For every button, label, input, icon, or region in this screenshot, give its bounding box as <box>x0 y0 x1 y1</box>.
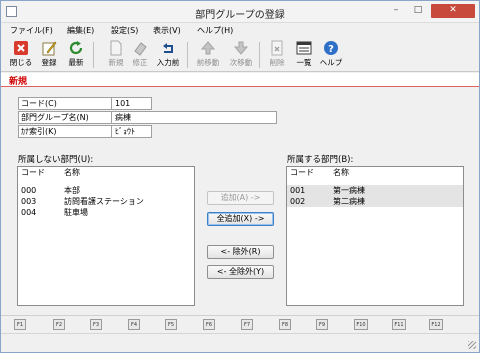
f4-key[interactable]: F4 <box>128 319 140 330</box>
menu-help[interactable]: ヘルプ(H) <box>197 25 233 36</box>
toolbar-close-button[interactable]: 閉じる <box>7 40 35 70</box>
group-name-input[interactable]: 病棟 <box>111 111 277 124</box>
row-name: 本部 <box>64 186 80 195</box>
close-x-icon <box>14 41 28 55</box>
toolbar-next-move-button[interactable]: 次移動 <box>227 40 255 70</box>
toolbar-separator <box>187 42 188 68</box>
mode-bar: 新規 <box>1 73 479 87</box>
row-name: 第二病棟 <box>333 197 365 206</box>
status-bar <box>1 333 479 352</box>
toolbar-prev-move-label: 前移動 <box>196 58 220 67</box>
menu-view[interactable]: 表示(V) <box>153 25 181 36</box>
header-name: 名称 <box>333 168 349 177</box>
row-code: 002 <box>290 197 306 206</box>
toolbar-input-before-button[interactable]: 入力前 <box>154 40 182 70</box>
list-item[interactable]: 000 本部 <box>18 185 194 196</box>
f10-key[interactable]: F10 <box>354 319 368 330</box>
undo-arrow-icon <box>163 43 173 53</box>
new-document-icon <box>110 40 122 56</box>
toolbar-latest-label: 最新 <box>68 58 84 67</box>
list-item[interactable]: 001 第一病棟 <box>287 185 463 196</box>
mode-label: 新規 <box>9 77 28 87</box>
code-input[interactable]: 101 <box>111 97 152 110</box>
code-label: コード(C) <box>18 97 112 110</box>
toolbar-help-label: ヘルプ <box>319 58 343 67</box>
unassigned-departments-list[interactable]: コード 名称 000 本部 003 訪問看護ステーション 004 駐車場 <box>17 166 195 306</box>
toolbar-close-label: 閉じる <box>9 58 33 67</box>
f8-key[interactable]: F8 <box>279 319 291 330</box>
list-header: コード 名称 <box>18 167 194 180</box>
toolbar-help-button[interactable]: ? ヘルプ <box>317 40 345 70</box>
toolbar-separator <box>93 42 94 68</box>
kana-index-label: ｶﾅ索引(K) <box>18 125 112 138</box>
row-name: 訪問看護ステーション <box>64 197 144 206</box>
kana-index-input[interactable]: ﾋﾞｮｳﾄ <box>111 125 152 138</box>
toolbar-delete-label: 削除 <box>269 58 285 67</box>
row-code: 003 <box>21 197 37 206</box>
arrow-up-icon <box>200 41 216 55</box>
f1-key[interactable]: F1 <box>14 319 26 330</box>
row-code: 001 <box>290 186 306 195</box>
toolbar-list-label: 一覧 <box>296 58 312 67</box>
list-header: コード 名称 <box>287 167 463 180</box>
row-code: 004 <box>21 208 37 217</box>
menu-edit[interactable]: 編集(E) <box>67 25 94 36</box>
refresh-icon <box>69 41 83 55</box>
menu-settings[interactable]: 設定(S) <box>111 25 138 36</box>
close-window-button[interactable]: ✕ <box>431 4 475 18</box>
f12-key[interactable]: F12 <box>429 319 443 330</box>
toolbar-input-before-label: 入力前 <box>156 58 180 67</box>
header-name: 名称 <box>64 168 80 177</box>
toolbar-register-button[interactable]: 登録 <box>35 40 63 70</box>
unassigned-list-caption: 所属しない部門(U): <box>18 155 94 165</box>
toolbar-edit-button[interactable]: 修正 <box>126 40 154 70</box>
toolbar-latest-button[interactable]: 最新 <box>62 40 90 70</box>
register-pen-icon <box>42 41 57 56</box>
title-bar: 部門グループの登録 – □ ✕ <box>1 1 479 23</box>
f9-key[interactable]: F9 <box>316 319 328 330</box>
list-item[interactable]: 004 駐車場 <box>18 207 194 218</box>
header-code: コード <box>290 168 314 177</box>
add-button[interactable]: 追加(A) -> <box>207 191 274 205</box>
toolbar-separator <box>259 42 260 68</box>
list-item[interactable]: 003 訪問看護ステーション <box>18 196 194 207</box>
toolbar-list-button[interactable]: 一覧 <box>290 40 318 70</box>
edit-eraser-icon <box>134 42 147 56</box>
app-window: 部門グループの登録 – □ ✕ ファイル(F) 編集(E) 設定(S) 表示(V… <box>0 0 480 353</box>
menu-file[interactable]: ファイル(F) <box>10 25 53 36</box>
assigned-departments-list[interactable]: コード 名称 001 第一病棟 002 第二病棟 <box>286 166 464 306</box>
f3-key[interactable]: F3 <box>90 319 102 330</box>
arrow-down-icon <box>233 41 249 55</box>
f6-key[interactable]: F6 <box>203 319 215 330</box>
remove-button[interactable]: <- 除外(R) <box>207 245 274 259</box>
minimize-button[interactable]: – <box>385 4 407 18</box>
add-all-button[interactable]: 全追加(X) -> <box>207 212 274 226</box>
delete-document-icon <box>271 40 283 56</box>
row-name: 駐車場 <box>64 208 88 217</box>
row-code: 000 <box>21 186 37 195</box>
toolbar-prev-move-button[interactable]: 前移動 <box>194 40 222 70</box>
function-key-bar: F1 F2 F3 F4 F5 F6 F7 F8 F9 F10 F11 F12 <box>1 315 479 333</box>
f7-key[interactable]: F7 <box>241 319 253 330</box>
toolbar-next-move-label: 次移動 <box>229 58 253 67</box>
row-name: 第一病棟 <box>333 186 365 195</box>
header-code: コード <box>21 168 45 177</box>
list-window-icon <box>296 41 312 55</box>
toolbar: 閉じる 登録 最新 新規 修正 入力前 前移動 次移動 削除 一覧 ? ヘルプ <box>1 38 479 72</box>
f5-key[interactable]: F5 <box>165 319 177 330</box>
toolbar-register-label: 登録 <box>41 58 57 67</box>
group-name-label: 部門グループ名(N) <box>18 111 112 124</box>
f2-key[interactable]: F2 <box>53 319 65 330</box>
toolbar-delete-button[interactable]: 削除 <box>263 40 291 70</box>
remove-all-button[interactable]: <- 全除外(Y) <box>207 265 274 279</box>
maximize-button[interactable]: □ <box>407 4 429 18</box>
f11-key[interactable]: F11 <box>392 319 406 330</box>
toolbar-edit-label: 修正 <box>132 58 148 67</box>
list-item[interactable]: 002 第二病棟 <box>287 196 463 207</box>
help-icon: ? <box>324 41 338 55</box>
menu-bar: ファイル(F) 編集(E) 設定(S) 表示(V) ヘルプ(H) <box>1 23 479 38</box>
svg-text:?: ? <box>328 44 334 55</box>
resize-grip-icon[interactable] <box>468 341 476 349</box>
assigned-list-caption: 所属する部門(B): <box>287 155 354 165</box>
